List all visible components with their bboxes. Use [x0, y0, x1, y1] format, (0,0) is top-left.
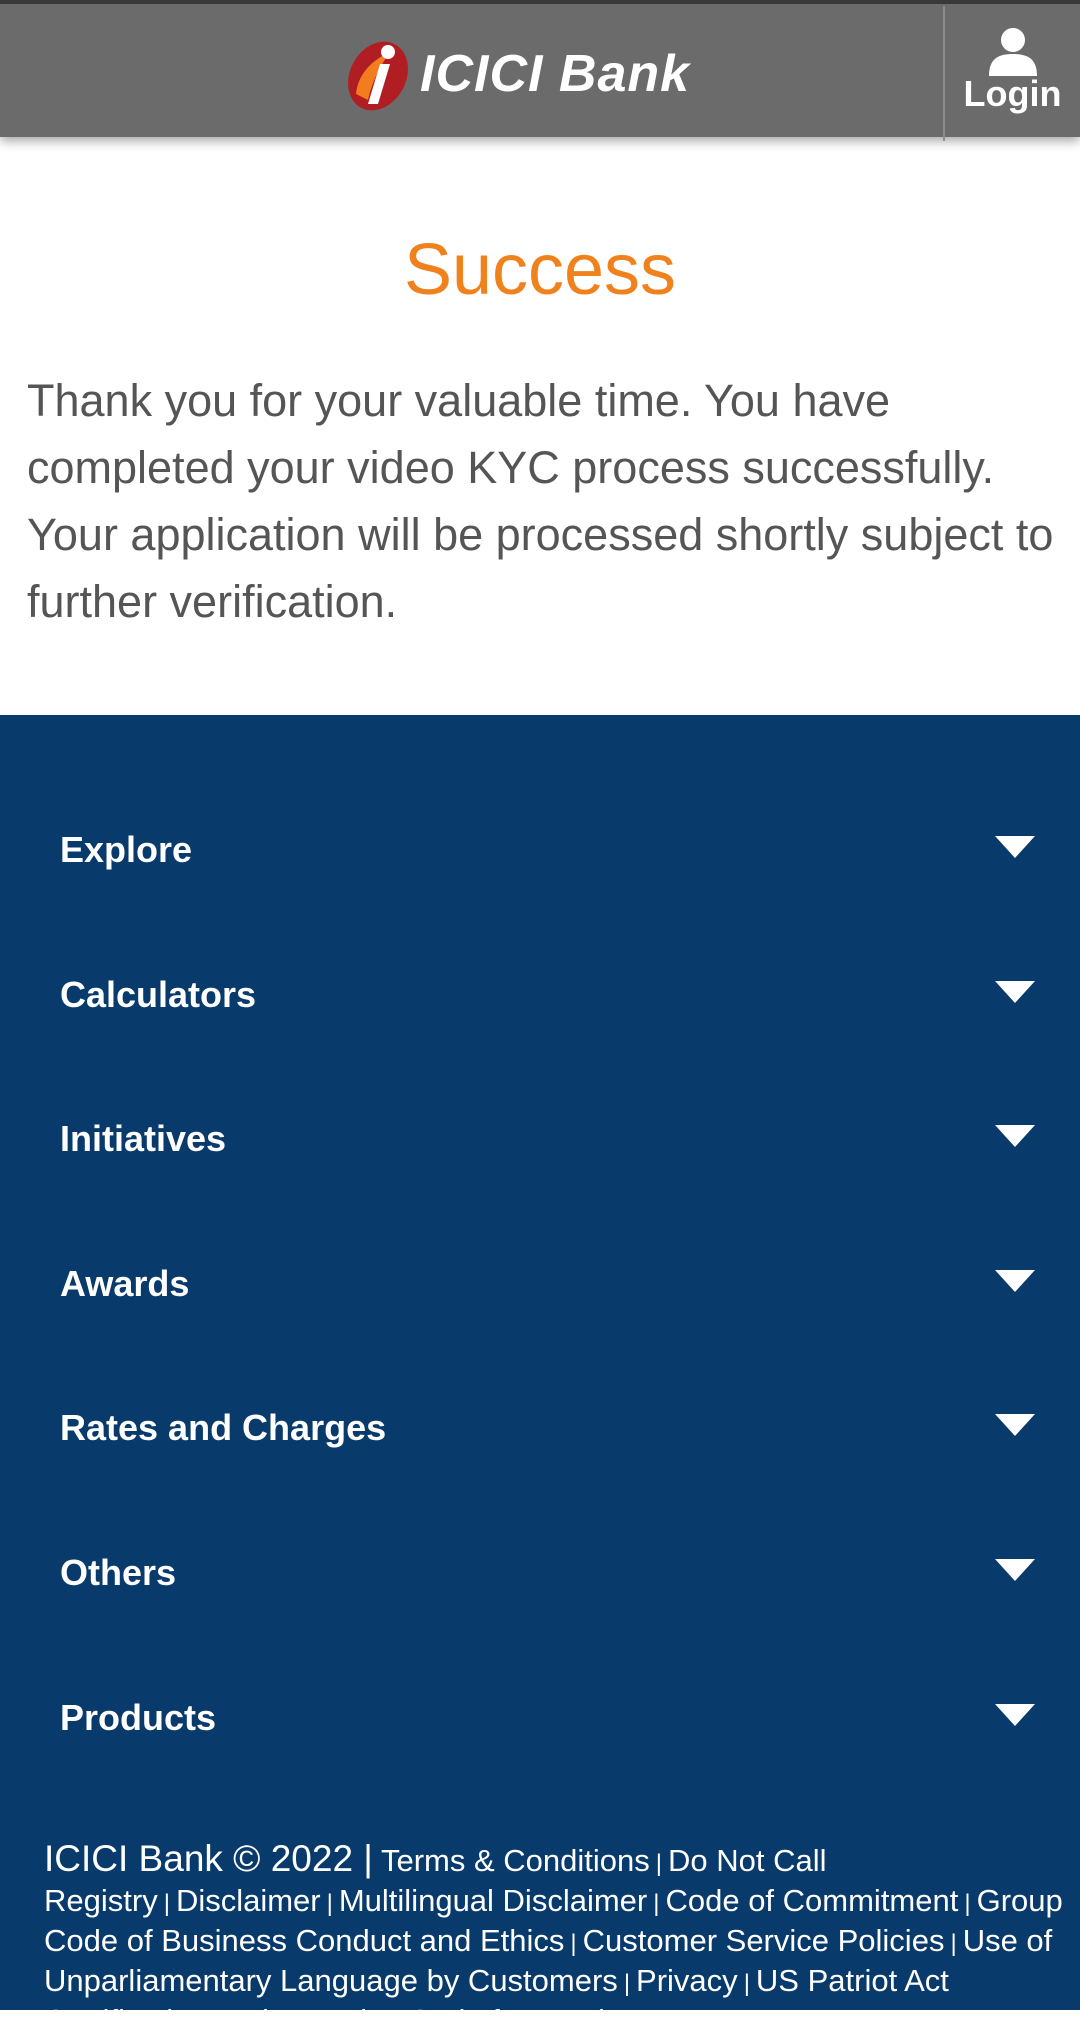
- site-footer: Explore Calculators Initiatives Awards R…: [0, 715, 1080, 2038]
- footer-menu-calculators[interactable]: Calculators: [0, 923, 1080, 1068]
- footer-link[interactable]: Terms & Conditions: [381, 1843, 650, 1878]
- footer-menu-rates-and-charges[interactable]: Rates and Charges: [0, 1356, 1080, 1501]
- chevron-down-icon: [995, 981, 1035, 1003]
- chevron-down-icon: [995, 1270, 1035, 1292]
- link-separator: |: [623, 1970, 631, 1997]
- icici-bank-logo[interactable]: ICICI Bank: [338, 32, 748, 116]
- footer-menu-initiatives[interactable]: Initiatives: [0, 1067, 1080, 1212]
- footer-menu-explore[interactable]: Explore: [0, 778, 1080, 923]
- icici-logo-icon: [348, 41, 408, 111]
- footer-link[interactable]: Multilingual Disclaimer: [339, 1883, 647, 1918]
- footer-link[interactable]: Code of Commitment: [665, 1883, 958, 1918]
- footer-menu-label: Initiatives: [60, 1118, 227, 1159]
- link-separator: |: [326, 1890, 333, 1917]
- footer-menu-label: Products: [60, 1697, 217, 1738]
- footer-menu-label: Explore: [60, 829, 193, 870]
- chevron-down-icon: [995, 1125, 1035, 1147]
- footer-menu-label: Awards: [60, 1263, 190, 1304]
- footer-link[interactable]: Disclaimer: [176, 1883, 321, 1918]
- footer-menu-awards[interactable]: Awards: [0, 1212, 1080, 1357]
- chevron-down-icon: [995, 836, 1035, 858]
- user-icon: [988, 28, 1037, 76]
- link-separator: |: [163, 1890, 170, 1917]
- footer-menu-label: Calculators: [60, 974, 257, 1015]
- chevron-down-icon: [995, 1704, 1035, 1726]
- footer-menu-products[interactable]: Products: [0, 1646, 1080, 1791]
- brand-name: ICICI Bank: [420, 45, 691, 103]
- footer-link[interactable]: Privacy: [636, 1963, 738, 1998]
- footer-menu-label: Rates and Charges: [60, 1407, 387, 1448]
- login-button[interactable]: Login: [943, 6, 1080, 141]
- app-header: ICICI Bank Login: [0, 0, 1080, 141]
- link-separator: |: [655, 1850, 662, 1877]
- chevron-down-icon: [995, 1559, 1035, 1581]
- footer-links: ICICI Bank © 2022 | Terms & Conditions | D…: [44, 1840, 1080, 2042]
- page-title: Success: [403, 230, 677, 310]
- footer-link[interactable]: Fair Practice Code for Lenders: [226, 2003, 648, 2038]
- copyright-text: ICICI Bank © 2022 |: [44, 1838, 373, 1879]
- login-label: Login: [963, 73, 1062, 114]
- link-separator: |: [950, 1930, 957, 1957]
- link-separator: |: [653, 1890, 660, 1917]
- success-section: Success Thank you for your valuable time…: [0, 137, 1080, 715]
- link-separator: |: [213, 2010, 220, 2037]
- chevron-down-icon: [995, 1414, 1035, 1436]
- link-separator: |: [570, 1930, 577, 1957]
- link-separator: |: [743, 1970, 750, 1997]
- footer-menu-label: Others: [60, 1552, 177, 1593]
- footer-link[interactable]: Customer Service Policies: [583, 1923, 945, 1958]
- success-message: Thank you for your valuable time. You ha…: [27, 375, 1054, 627]
- link-separator: |: [964, 1890, 971, 1917]
- footer-menu-others[interactable]: Others: [0, 1501, 1080, 1646]
